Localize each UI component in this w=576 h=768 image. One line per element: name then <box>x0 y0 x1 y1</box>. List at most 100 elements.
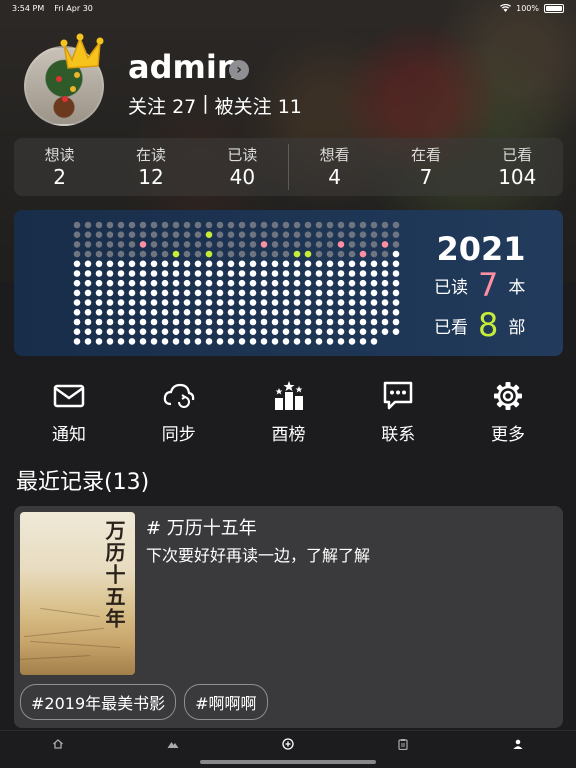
day-dot <box>370 221 378 229</box>
year-summary-card[interactable]: 2021 已读 7 本 已看 8 部 <box>14 210 563 356</box>
stat-want-read[interactable]: 想读 2 <box>14 138 105 196</box>
day-dot <box>260 221 268 229</box>
stat-watching[interactable]: 在看 7 <box>380 138 471 196</box>
action-label: 通知 <box>52 425 86 445</box>
day-dot <box>205 309 213 316</box>
day-dot <box>150 279 158 287</box>
day-dot <box>293 318 301 326</box>
record-card[interactable]: 万历十五年 # 万历十五年 下次要好好再读一边，了解了解 #2019年最美书影 … <box>14 506 563 728</box>
day-dot <box>304 279 312 287</box>
day-dot <box>260 309 268 316</box>
day-dot <box>304 318 312 326</box>
day-dot <box>392 299 400 306</box>
day-dot <box>73 270 81 277</box>
day-dot <box>359 260 367 268</box>
day-dot <box>183 318 191 326</box>
day-dot <box>337 338 345 345</box>
day-dot <box>238 221 246 229</box>
day-dot <box>161 221 169 229</box>
home-icon <box>52 739 63 749</box>
day-dot <box>271 241 279 248</box>
day-dot <box>370 279 378 287</box>
day-dot <box>238 318 246 326</box>
day-dot <box>370 309 378 316</box>
day-dot <box>293 289 301 297</box>
stat-want-watch[interactable]: 想看 4 <box>289 138 380 196</box>
day-dot <box>348 260 356 268</box>
day-dot <box>370 289 378 297</box>
sync-button[interactable]: 同步 <box>134 380 224 446</box>
contact-button[interactable]: 联系 <box>353 380 443 446</box>
day-dot <box>150 221 158 229</box>
stat-reading[interactable]: 在读 12 <box>105 138 196 196</box>
day-dot <box>392 270 400 277</box>
day-dot <box>106 309 114 316</box>
ranking-button[interactable]: 酉榜 <box>244 380 334 446</box>
notifications-button[interactable]: 通知 <box>24 380 114 446</box>
day-dot <box>172 338 180 345</box>
day-dot <box>73 318 81 326</box>
tab-home[interactable] <box>0 731 115 768</box>
day-dot <box>106 241 114 248</box>
watched-prefix: 已看 <box>434 317 468 338</box>
stat-read[interactable]: 已读 40 <box>197 138 288 196</box>
day-dot <box>161 260 169 268</box>
day-dot <box>194 221 202 229</box>
tag-chip[interactable]: #啊啊啊 <box>184 684 268 720</box>
day-dot <box>84 299 92 306</box>
day-dot <box>128 309 136 316</box>
day-dot <box>139 299 147 306</box>
day-dot <box>128 318 136 326</box>
day-dot <box>128 260 136 268</box>
day-dot <box>227 270 235 277</box>
day-dot <box>348 279 356 287</box>
day-dot <box>194 289 202 297</box>
wifi-icon <box>500 4 512 12</box>
day-dot <box>359 289 367 297</box>
following-link[interactable]: 关注 27 <box>128 92 196 119</box>
day-dot <box>326 309 334 316</box>
more-button[interactable]: 更多 <box>463 380 553 446</box>
profile-chevron-icon[interactable]: › <box>229 60 249 80</box>
day-dot <box>194 241 202 248</box>
day-dot <box>216 250 224 258</box>
day-dot <box>304 221 312 229</box>
record-title[interactable]: # 万历十五年 <box>146 514 257 540</box>
day-dot <box>271 221 279 229</box>
year-dot-grid <box>73 221 400 345</box>
book-cover[interactable]: 万历十五年 <box>20 512 135 675</box>
followers-link[interactable]: 被关注 11 <box>215 92 302 119</box>
tag-chip[interactable]: #2019年最美书影 <box>20 684 177 720</box>
day-dot <box>282 299 290 306</box>
day-dot <box>183 309 191 316</box>
day-dot <box>183 279 191 287</box>
tab-profile[interactable] <box>461 731 576 768</box>
day-dot <box>106 299 114 306</box>
day-dot <box>95 260 103 268</box>
stat-value: 40 <box>229 165 256 189</box>
day-dot <box>227 221 235 229</box>
day-dot <box>117 299 125 306</box>
day-dot <box>161 289 169 297</box>
day-dot <box>293 338 301 345</box>
stat-label: 想读 <box>44 146 75 164</box>
day-dot <box>227 299 235 306</box>
day-dot <box>172 279 180 287</box>
day-dot <box>348 309 356 316</box>
day-dot <box>381 289 389 297</box>
day-dot <box>337 299 345 306</box>
day-dot <box>205 289 213 297</box>
day-dot <box>315 299 323 306</box>
day-dot <box>304 231 312 238</box>
followers-count: 11 <box>277 96 302 118</box>
stat-watched[interactable]: 已看 104 <box>472 138 563 196</box>
day-dot <box>238 231 246 238</box>
day-dot <box>95 299 103 306</box>
battery-icon <box>544 3 564 13</box>
day-dot <box>106 250 114 258</box>
day-dot <box>282 338 290 345</box>
username[interactable]: admin <box>128 48 240 86</box>
cover-title: 万历十五年 <box>102 520 126 630</box>
day-dot <box>271 318 279 326</box>
status-date: Fri Apr 30 <box>54 3 93 13</box>
